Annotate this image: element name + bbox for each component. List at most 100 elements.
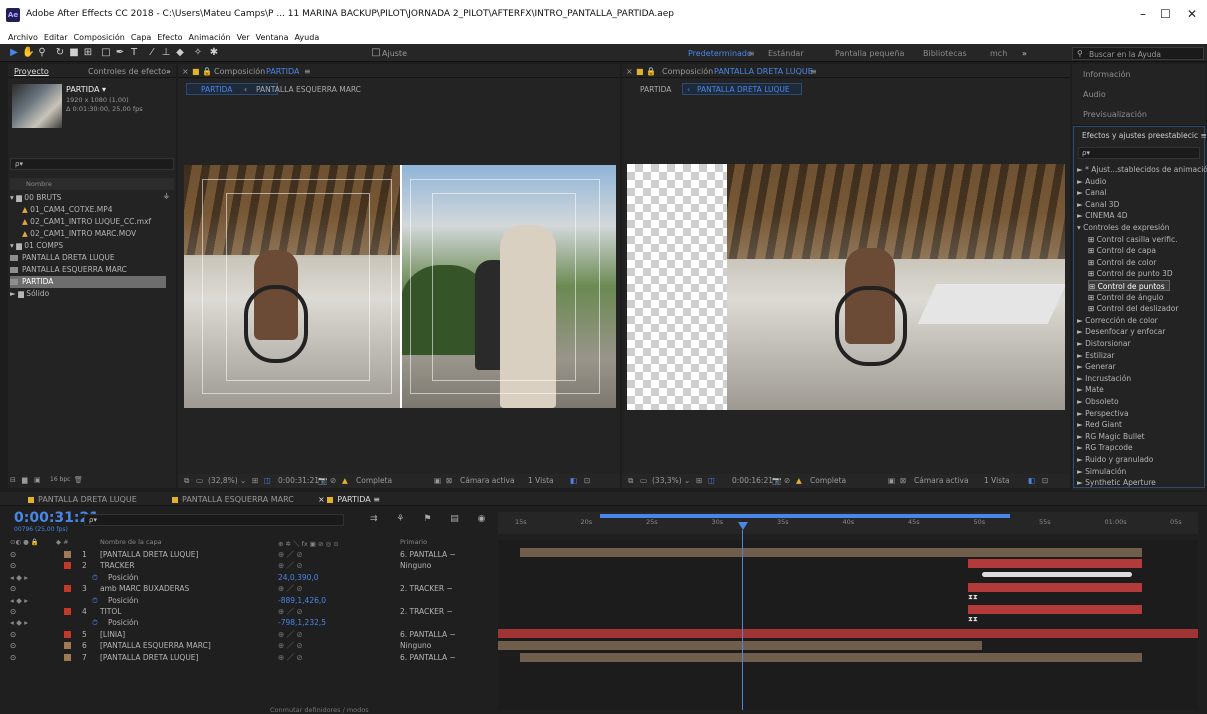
layer-row[interactable]: ⊙ 5 [LINIA] ⊕ ／ ⊘ 6. PANTALLA ~ (8, 629, 496, 640)
menu-ventana[interactable]: Ventana (256, 33, 289, 42)
menu-archivo[interactable]: Archivo (8, 33, 38, 42)
rotate-tool-icon[interactable]: ↻ (54, 47, 66, 59)
project-folder-comps[interactable]: ▾ ▆ 01 COMPS (10, 240, 63, 252)
workspace-menu-icon[interactable]: ≡ (748, 49, 755, 58)
mask-tool-icon[interactable]: □ (100, 47, 112, 59)
menu-animacion[interactable]: Animación (189, 33, 231, 42)
parent-dropdown[interactable]: 6. PANTALLA ~ (400, 549, 456, 560)
layer-switches[interactable]: ⊕ ／ ⊘ (278, 640, 303, 651)
column-header-parent[interactable]: Primario (400, 538, 427, 546)
effect-category[interactable]: ► Canal 3D (1077, 199, 1119, 210)
minimize-button[interactable]: – (1140, 7, 1146, 21)
layer-row[interactable]: ⊙ 3 amb MARC BUXADERAS ⊕ ／ ⊘ 2. TRACKER ~ (8, 583, 496, 594)
chevron-down-icon[interactable]: ⌄ (684, 476, 690, 485)
color-channel-icon[interactable]: ⊘ (784, 476, 790, 485)
layer-row[interactable]: ⊙ 1 [PANTALLA DRETA LUQUE] ⊕ ／ ⊘ 6. PANTALLA… (8, 549, 496, 560)
effect-category[interactable]: ► Desenfocar y enfocar (1077, 326, 1165, 337)
parent-dropdown[interactable]: Ninguno (400, 640, 431, 651)
position-keyframe-path[interactable] (982, 572, 1132, 577)
layer-bar-1[interactable] (520, 548, 1142, 557)
workspace-predeterminado[interactable]: Predeterminado (688, 49, 752, 58)
project-footage-item[interactable]: ▲ 01_CAM4_COTXE.MP4 (22, 204, 113, 216)
timecode-label[interactable]: 0:00:31:21 (278, 476, 319, 485)
effect-category[interactable]: ► * Ajust...stablecidos de animación (1077, 164, 1207, 175)
layer-row[interactable]: ⊙ 6 [PANTALLA ESQUERRA MARC] ⊕ ／ ⊘ Ninguno (8, 640, 496, 651)
panel-audio[interactable]: Audio (1073, 84, 1205, 106)
effect-item[interactable]: ⊞ Control de punto 3D (1088, 268, 1173, 279)
effect-category[interactable]: ► Estilizar (1077, 350, 1115, 361)
layer-switches[interactable]: ⊕ ／ ⊘ (278, 606, 303, 617)
keyframe-icon[interactable]: ⧗⧗ (968, 615, 978, 624)
help-search-input[interactable]: ⚲ Buscar en la Ayuda (1072, 47, 1204, 60)
keyframe-navigator-icon[interactable]: ◂ ◆ ▸ (10, 572, 28, 583)
panel-previsualizacion[interactable]: Previsualización (1073, 104, 1205, 126)
snap-checkbox-icon[interactable]: □ (370, 47, 382, 59)
channel-rgb-icon[interactable]: ▲ (342, 476, 348, 485)
maximize-button[interactable]: ☐ (1160, 7, 1171, 21)
effects-search-input[interactable]: ρ▾ (1078, 147, 1200, 159)
selection-tool-icon[interactable]: ▶ (8, 47, 20, 59)
project-comp-item[interactable]: PANTALLA DRETA LUQUE (10, 252, 115, 264)
effect-category[interactable]: ► RG Trapcode (1077, 442, 1133, 453)
camera-dropdown[interactable]: Cámara activa (914, 476, 969, 485)
hand-tool-icon[interactable]: ✋ (22, 47, 34, 59)
layer-switches[interactable]: ⊕ ／ ⊘ (278, 583, 303, 594)
breadcrumb-active[interactable]: ‹ PANTALLA DRETA LUQUE (682, 83, 802, 95)
eye-icon[interactable]: ⊙ (10, 629, 16, 640)
effect-category[interactable]: ► Simulación (1077, 466, 1126, 477)
color-channel-icon[interactable]: ⊘ (330, 476, 336, 485)
zoom-tool-icon[interactable]: ⚲ (36, 47, 48, 59)
property-name[interactable]: Posición (108, 572, 138, 583)
snapshot-icon[interactable]: 📷 (772, 476, 781, 485)
timeline-tab[interactable]: PANTALLA ESQUERRA MARC (172, 495, 294, 504)
comp-tab-name[interactable]: PANTALLA DRETA LUQUE (714, 67, 813, 76)
workspace-bibliotecas[interactable]: Bibliotecas (923, 49, 967, 58)
panel-informacion[interactable]: Información (1073, 64, 1205, 86)
effects-panel-title[interactable]: Efectos y ajustes preestablecic ≡ (1082, 131, 1207, 140)
panel-menu-icon[interactable]: ≡ (810, 67, 817, 76)
new-comp-icon[interactable]: ▣ (34, 476, 41, 484)
effect-category[interactable]: ► Ruido y granulado (1077, 454, 1153, 465)
property-row[interactable]: ◂ ◆ ▸ ⏱ Posición -798,1,232,5 (8, 617, 496, 628)
property-value[interactable]: -798,1,232,5 (278, 617, 326, 628)
panel-overflow[interactable]: » (166, 67, 171, 76)
timeline-icon[interactable]: ⊡ (584, 476, 590, 485)
resolution-dropdown[interactable]: Completa (810, 476, 846, 485)
grid-icon[interactable]: ⊞ (252, 476, 258, 485)
keyframe-navigator-icon[interactable]: ◂ ◆ ▸ (10, 595, 28, 606)
camera-tool-icon[interactable]: ■ (68, 47, 80, 59)
tab-controles-efecto[interactable]: Controles de efecto (88, 67, 166, 76)
effect-item[interactable]: ⊞ Control casilla verific. (1088, 234, 1177, 245)
eye-icon[interactable]: ⊙ (10, 549, 16, 560)
effect-category[interactable]: ► Distorsionar (1077, 338, 1131, 349)
new-folder-icon[interactable]: ▆ (22, 476, 27, 484)
toggle-switches-modes[interactable]: Conmutar definidores / modos (270, 706, 369, 714)
puppet-tool-icon[interactable]: ✱ (208, 47, 220, 59)
effect-item[interactable]: ⊞ Control de ángulo (1088, 292, 1163, 303)
timeline-tab-active[interactable]: × PARTIDA ≡ (318, 495, 380, 504)
grid-icon[interactable]: ⊞ (696, 476, 702, 485)
views-dropdown[interactable]: 1 Vista (528, 476, 554, 485)
transparency-grid-icon[interactable]: ⊠ (900, 476, 906, 485)
comp-left-canvas[interactable] (184, 165, 616, 408)
project-footage-item[interactable]: ▲ 02_CAM1_INTRO LUQUE_CC.mxf (22, 216, 151, 228)
pen-tool-icon[interactable]: ✒ (114, 47, 126, 59)
eye-icon[interactable]: ⊙ (10, 652, 16, 663)
effect-category[interactable]: ► Red Giant (1077, 419, 1122, 430)
camera-dropdown[interactable]: Cámara activa (460, 476, 515, 485)
effect-item[interactable]: ⊞ Control del deslizador (1088, 303, 1178, 314)
close-icon[interactable]: × (182, 67, 189, 76)
timeline-tab[interactable]: PANTALLA DRETA LUQUE (28, 495, 137, 504)
property-name[interactable]: Posición (108, 595, 138, 606)
layer-label-color[interactable] (64, 653, 71, 661)
resolution-dropdown[interactable]: Completa (356, 476, 392, 485)
brush-tool-icon[interactable]: ⁄ (146, 47, 158, 59)
property-name[interactable]: Posición (108, 617, 138, 628)
layer-name[interactable]: TITOL (100, 606, 121, 617)
workspace-overflow[interactable]: » (1022, 49, 1027, 58)
layer-name[interactable]: TRACKER (100, 560, 135, 571)
snapshot-icon[interactable]: 📷 (318, 476, 327, 485)
mask-visibility-icon[interactable]: ◫ (264, 476, 271, 485)
panel-menu-icon[interactable]: ≡ (304, 67, 311, 76)
anchor-tool-icon[interactable]: ⊞ (82, 47, 94, 59)
